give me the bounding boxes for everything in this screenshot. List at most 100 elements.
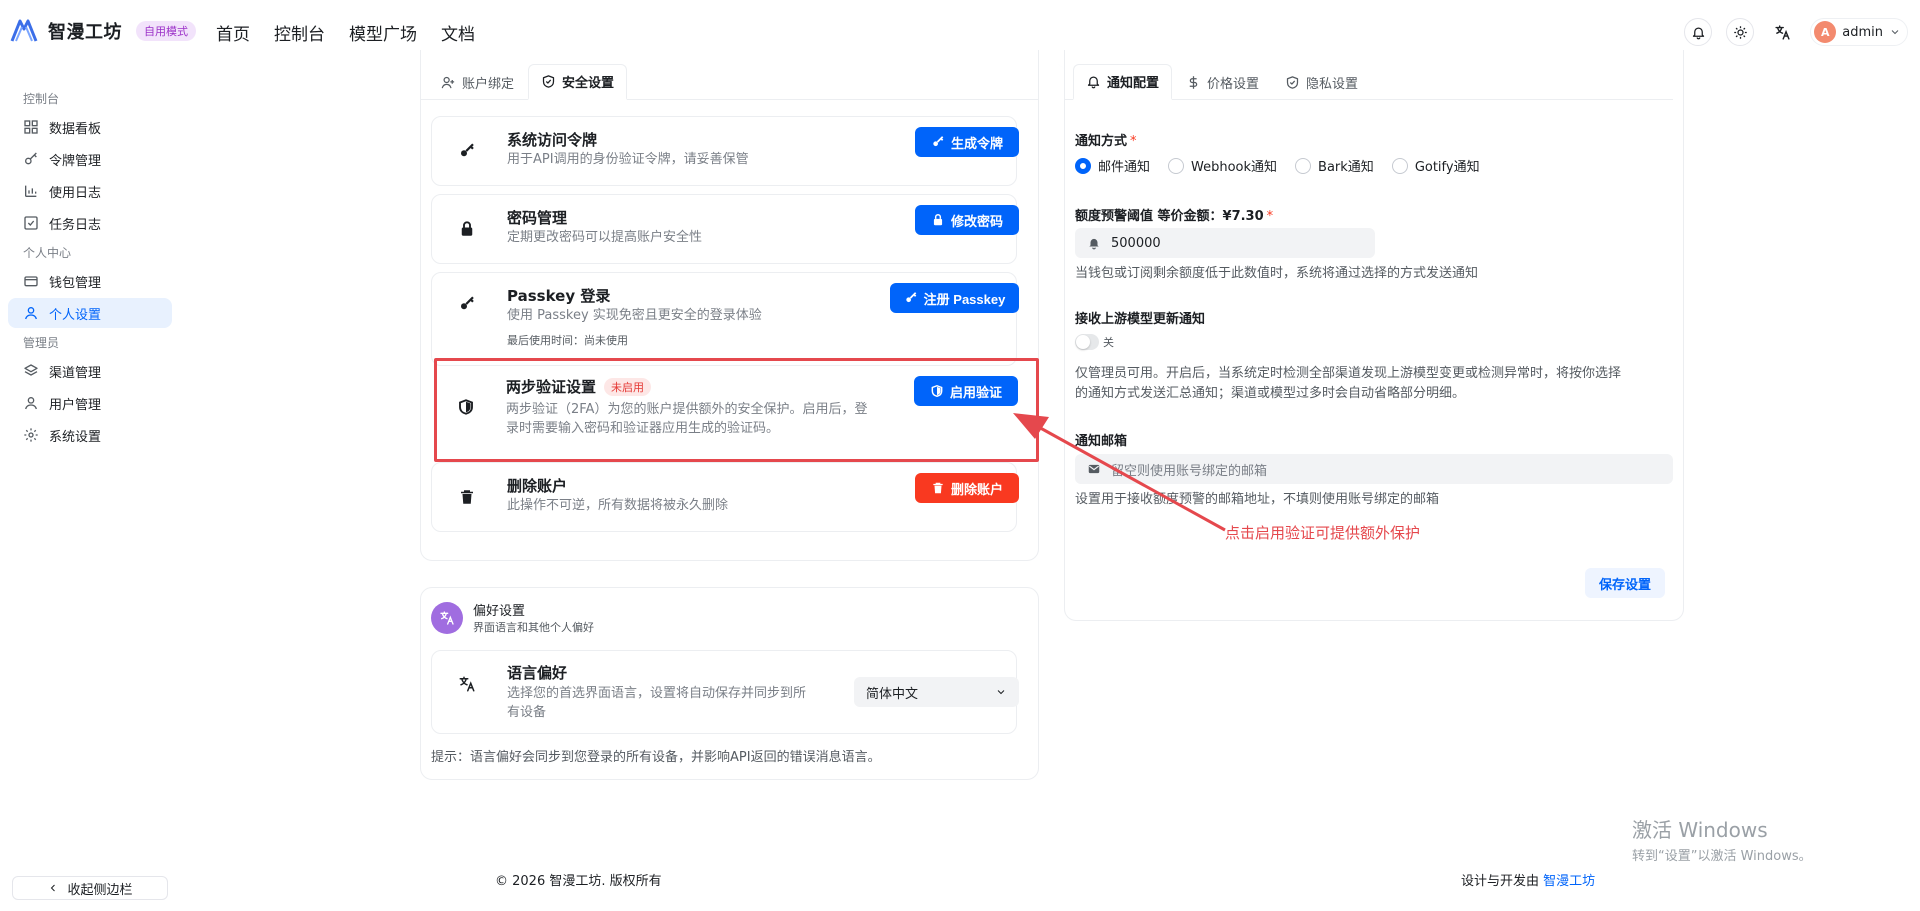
footer-credit-link[interactable]: 智漫工坊: [1543, 874, 1595, 889]
nav-home[interactable]: 首页: [216, 20, 250, 45]
tab-price-settings[interactable]: 价格设置: [1174, 64, 1271, 100]
tab-label: 隐私设置: [1306, 76, 1359, 92]
language-select[interactable]: 简体中文: [854, 677, 1019, 707]
brand-logo-icon: [10, 19, 38, 42]
required-mark: *: [1266, 209, 1274, 224]
key-icon: [933, 136, 944, 147]
radio-email[interactable]: 邮件通知: [1075, 156, 1150, 175]
tab-label: 账户绑定: [462, 76, 515, 92]
chevron-down-icon: [997, 690, 1005, 695]
translate-icon: [459, 676, 475, 692]
account-tabs: 账户绑定 安全设置: [421, 64, 1038, 100]
row-description: 此操作不可逆，所有数据将被永久删除: [507, 498, 729, 513]
threshold-input[interactable]: 500000: [1075, 228, 1375, 258]
security-row-passkey: Passkey 登录 使用 Passkey 实现免密且更安全的登录体验 最后使用…: [431, 272, 1019, 366]
language-preference-row: 语言偏好 选择您的首选界面语言，设置将自动保存并同步到所 有设备 简体中文: [431, 650, 1019, 734]
brand[interactable]: 智漫工坊 自用模式: [8, 15, 196, 47]
avatar: A: [1814, 21, 1837, 43]
sidebar-item-tokens[interactable]: 令牌管理: [8, 144, 172, 174]
dollar-icon: [1189, 75, 1198, 89]
sidebar-item-system-settings[interactable]: 系统设置: [8, 420, 172, 450]
enable-2fa-button[interactable]: 启用验证: [914, 376, 1018, 406]
sidebar-item-task-log[interactable]: 任务日志: [8, 208, 172, 238]
sidebar-item-label: 使用日志: [49, 185, 102, 201]
notification-button[interactable]: [1684, 18, 1713, 46]
translate-icon: [1775, 24, 1790, 40]
toggle-track: [1075, 334, 1099, 350]
upstream-notify-toggle[interactable]: 关: [1075, 334, 1114, 350]
row-title-text: 密码管理: [507, 209, 568, 227]
security-row-2fa: 两步验证设置 未启用 两步验证（2FA）为您的账户提供额外的安全保护。启用后，登…: [431, 366, 1018, 456]
save-settings-button[interactable]: 保存设置: [1585, 568, 1665, 598]
threshold-label: 额度预警阈值 等价金额：¥7.30 *: [1075, 205, 1273, 224]
nav-docs[interactable]: 文档: [441, 20, 475, 45]
sidebar-item-label: 任务日志: [49, 217, 102, 233]
sidebar-item-label: 渠道管理: [49, 365, 102, 381]
sidebar-item-label: 个人设置: [49, 307, 102, 323]
tab-label: 通知配置: [1107, 76, 1160, 91]
row-title: 删除账户: [507, 475, 567, 496]
language-select-value: 简体中文: [866, 686, 919, 702]
sidebar-item-label: 系统设置: [49, 429, 102, 445]
row-description: 定期更改密码可以提高账户安全性: [507, 230, 703, 245]
sidebar-item-dashboard[interactable]: 数据看板: [8, 112, 172, 142]
tab-label: 安全设置: [562, 76, 615, 91]
passkey-last-used: 最后使用时间：尚未使用: [507, 334, 628, 347]
tab-privacy-settings[interactable]: 隐私设置: [1273, 64, 1370, 100]
tab-notification-config[interactable]: 通知配置: [1073, 64, 1173, 100]
radio-dot: [1295, 157, 1312, 174]
generate-token-button[interactable]: 生成令牌: [915, 127, 1019, 157]
radio-dot: [1391, 157, 1408, 174]
row-title: 密码管理: [507, 207, 567, 228]
theme-toggle-button[interactable]: [1726, 18, 1755, 46]
button-label: 生成令牌: [950, 135, 1003, 151]
radio-bark[interactable]: Bark通知: [1295, 156, 1374, 175]
shield-check-icon: [1286, 75, 1299, 89]
layers-icon: [24, 364, 38, 376]
sidebar-item-personal-settings[interactable]: 个人设置: [8, 298, 172, 328]
row-description-line: 选择您的首选界面语言，设置将自动保存并同步到所: [507, 686, 807, 701]
settings-tabs: 通知配置 价格设置 隐私设置: [1065, 64, 1673, 100]
radio-label: Gotify通知: [1414, 160, 1480, 175]
delete-account-button[interactable]: 删除账户: [915, 473, 1019, 503]
required-mark: *: [1130, 134, 1137, 149]
radio-gotify[interactable]: Gotify通知: [1391, 156, 1480, 175]
chevron-down-icon: [1891, 30, 1899, 35]
row-description-line: 有设备: [507, 705, 547, 720]
radio-dot: [1075, 157, 1091, 174]
security-row-delete-account: 删除账户 此操作不可逆，所有数据将被永久删除 删除账户: [431, 462, 1019, 532]
sidebar-item-users[interactable]: 用户管理: [8, 388, 172, 418]
user-menu[interactable]: A admin: [1810, 18, 1908, 46]
row-description: 选择您的首选界面语言，设置将自动保存并同步到所 有设备: [507, 684, 806, 722]
bar-chart-icon: [25, 185, 37, 197]
footer-credit: 设计与开发由 智漫工坊: [1461, 870, 1595, 889]
preference-card: 偏好设置 界面语言和其他个人偏好 语言偏好 选择您的首选界面语言，设置将自动保存…: [420, 587, 1039, 780]
radio-label: Webhook通知: [1191, 160, 1278, 175]
language-button[interactable]: [1768, 18, 1796, 46]
row-description-line: 录时需要输入密码和验证器应用生成的验证码。: [506, 421, 780, 436]
register-passkey-button[interactable]: 注册 Passkey: [890, 283, 1019, 313]
sidebar-item-label: 钱包管理: [49, 275, 102, 291]
top-nav: 首页 控制台 模型广场 文档: [216, 20, 475, 45]
row-title-text: 语言偏好: [507, 664, 568, 682]
row-title: 系统访问令牌: [507, 129, 597, 150]
sidebar-item-channels[interactable]: 渠道管理: [8, 356, 172, 386]
sidebar-item-wallet[interactable]: 钱包管理: [8, 266, 172, 296]
tab-account-binding[interactable]: 账户绑定: [429, 64, 526, 100]
nav-console[interactable]: 控制台: [274, 20, 325, 45]
row-title-text: 删除账户: [507, 477, 568, 495]
change-password-button[interactable]: 修改密码: [915, 205, 1019, 235]
preference-header: 偏好设置 界面语言和其他个人偏好: [431, 600, 594, 635]
shield-icon: [459, 399, 473, 415]
button-label: 注册 Passkey: [923, 291, 1006, 307]
watermark-line: 激活 Windows: [1632, 818, 1768, 842]
threshold-hint: 当钱包或订阅剩余额度低于此数值时，系统将通过选择的方式发送通知: [1075, 266, 1479, 281]
tab-security-settings[interactable]: 安全设置: [528, 64, 628, 100]
sidebar-item-usage-log[interactable]: 使用日志: [8, 176, 172, 206]
button-label: 修改密码: [950, 213, 1003, 229]
nav-model-square[interactable]: 模型广场: [349, 20, 417, 45]
radio-webhook[interactable]: Webhook通知: [1168, 156, 1277, 175]
collapse-sidebar-button[interactable]: 收起侧边栏: [12, 876, 168, 900]
hint-line: 的通知方式发送汇总通知；渠道或模型过多时会自动省略部分明细。: [1075, 386, 1466, 401]
footer-copyright: © 2026 智漫工坊. 版权所有: [495, 874, 662, 889]
